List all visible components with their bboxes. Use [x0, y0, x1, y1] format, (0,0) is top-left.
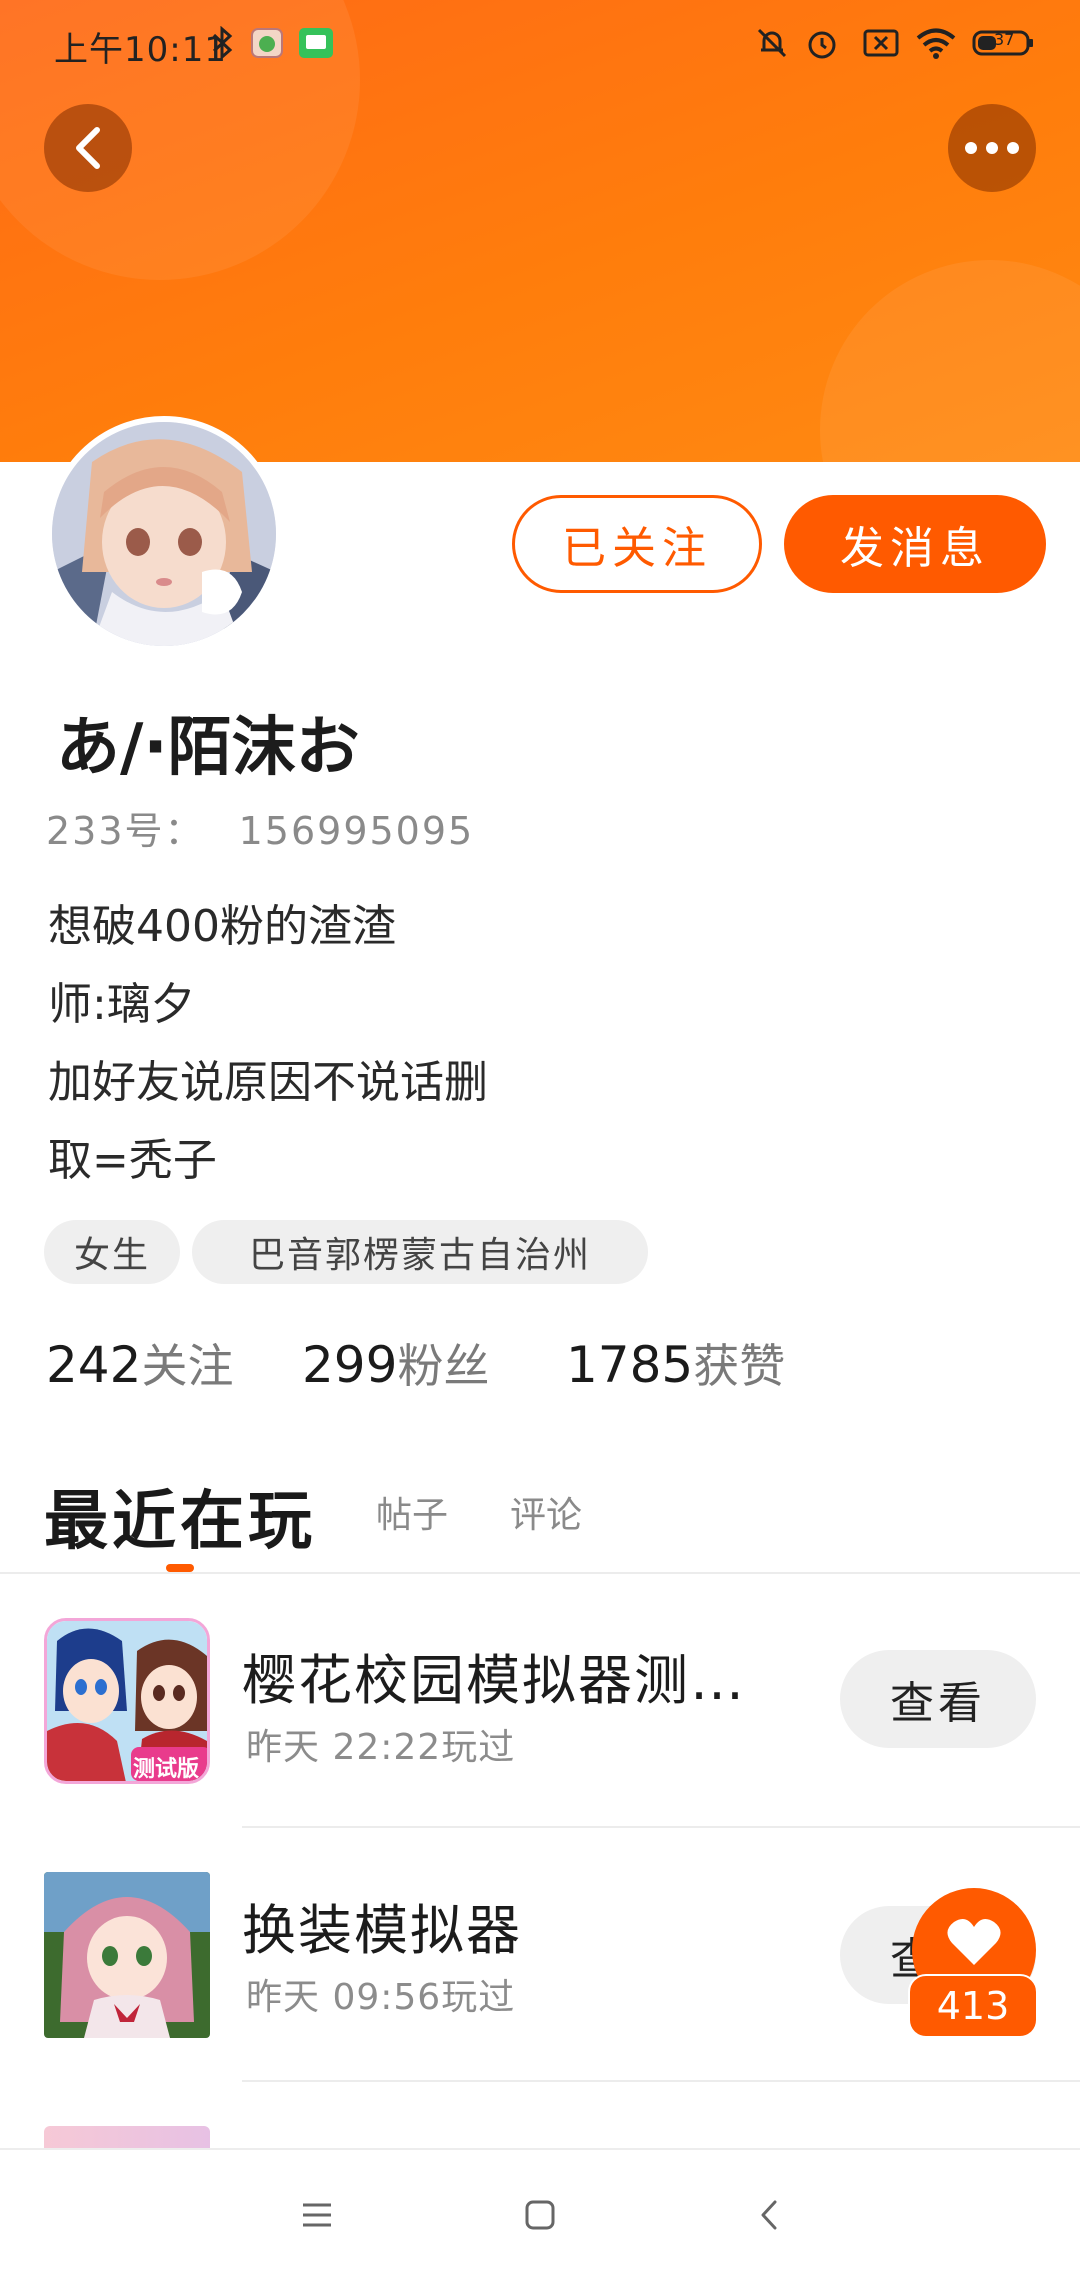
- avatar[interactable]: [46, 416, 282, 652]
- like-count: 413: [908, 1974, 1038, 2038]
- username: あ/·陌沫お: [56, 711, 360, 785]
- followed-button[interactable]: 已关注: [512, 495, 762, 593]
- stat-label: 获赞: [693, 1339, 786, 1393]
- stat-label: 粉丝: [397, 1339, 490, 1393]
- app-notification-icon: [250, 26, 284, 60]
- divider: [242, 2080, 1080, 2082]
- stat-label: 关注: [141, 1339, 234, 1393]
- profile-header-banner: 上午10:11 37: [0, 0, 1080, 462]
- tab-comments[interactable]: 评论: [510, 1486, 582, 1538]
- more-options-button[interactable]: [948, 104, 1036, 192]
- home-button[interactable]: [515, 2190, 565, 2240]
- message-notification-icon: [298, 26, 334, 60]
- back-button[interactable]: [44, 104, 132, 192]
- like-float-button[interactable]: 413: [908, 1888, 1038, 2038]
- game-played-time: 昨天 09:56玩过: [246, 1977, 516, 2018]
- tab-posts[interactable]: 帖子: [376, 1486, 448, 1538]
- bio-line: 想破400粉的渣渣: [48, 901, 396, 952]
- status-time: 上午10:11: [54, 30, 227, 70]
- list-item[interactable]: 测试版 樱花校园模拟器测试版 昨天 22:22玩过 查看: [0, 1580, 1080, 1830]
- bio-line: 加好友说原因不说话删: [48, 1057, 488, 1108]
- decor-circle: [820, 260, 1080, 462]
- send-message-button[interactable]: 发消息: [784, 495, 1046, 593]
- back-triangle-icon: [761, 2200, 777, 2230]
- stat-likes[interactable]: 1785获赞: [566, 1330, 785, 1396]
- chevron-left-icon: [76, 127, 100, 169]
- game-icon: 测试版: [44, 1618, 210, 1784]
- battery-level: 37: [994, 30, 1015, 49]
- divider: [242, 1826, 1080, 1828]
- gender-tag: 女生: [44, 1220, 180, 1284]
- more-dots-icon: [965, 142, 1019, 154]
- stat-number: 299: [302, 1336, 398, 1394]
- battery-icon: 37: [972, 26, 1034, 60]
- divider: [0, 1572, 1080, 1574]
- alarm-icon: [804, 26, 840, 60]
- location-tag: 巴音郭楞蒙古自治州: [192, 1220, 648, 1284]
- home-square-icon: [525, 2200, 555, 2230]
- menu-icon: [303, 2203, 331, 2227]
- wifi-icon: [914, 26, 958, 60]
- stat-number: 242: [46, 1336, 142, 1394]
- game-badge: 测试版: [133, 1757, 200, 1782]
- stat-fans[interactable]: 299粉丝: [302, 1330, 489, 1396]
- game-title: 樱花校园模拟器测试版: [242, 1649, 787, 1712]
- active-tab-indicator: [166, 1564, 194, 1572]
- game-icon: [44, 2126, 210, 2148]
- system-back-button[interactable]: [744, 2190, 794, 2240]
- sim-off-icon: [862, 26, 900, 60]
- system-nav-bar: [0, 2148, 1080, 2280]
- user-id-value: 156995095: [238, 809, 475, 853]
- heart-icon: [947, 1918, 1001, 1965]
- user-id-label: 233号：: [46, 809, 205, 853]
- bio-line: 取=秃子: [48, 1135, 217, 1186]
- menu-button[interactable]: [292, 2190, 342, 2240]
- game-icon: [44, 1872, 210, 2038]
- tab-recently-played[interactable]: 最近在玩: [44, 1470, 316, 1562]
- game-title: 换装模拟器: [242, 1899, 522, 1962]
- view-button[interactable]: 查看: [840, 1650, 1036, 1748]
- avatar-image: [52, 422, 276, 646]
- game-played-time: 昨天 22:22玩过: [246, 1727, 516, 1768]
- user-id: 233号： 156995095: [46, 800, 474, 855]
- mute-icon: [754, 26, 790, 60]
- stat-following[interactable]: 242关注: [46, 1330, 233, 1396]
- status-bar: 上午10:11 37: [0, 0, 1080, 92]
- bluetooth-icon: [208, 26, 238, 60]
- stat-number: 1785: [566, 1336, 694, 1394]
- bio-line: 师:璃夕: [48, 979, 195, 1030]
